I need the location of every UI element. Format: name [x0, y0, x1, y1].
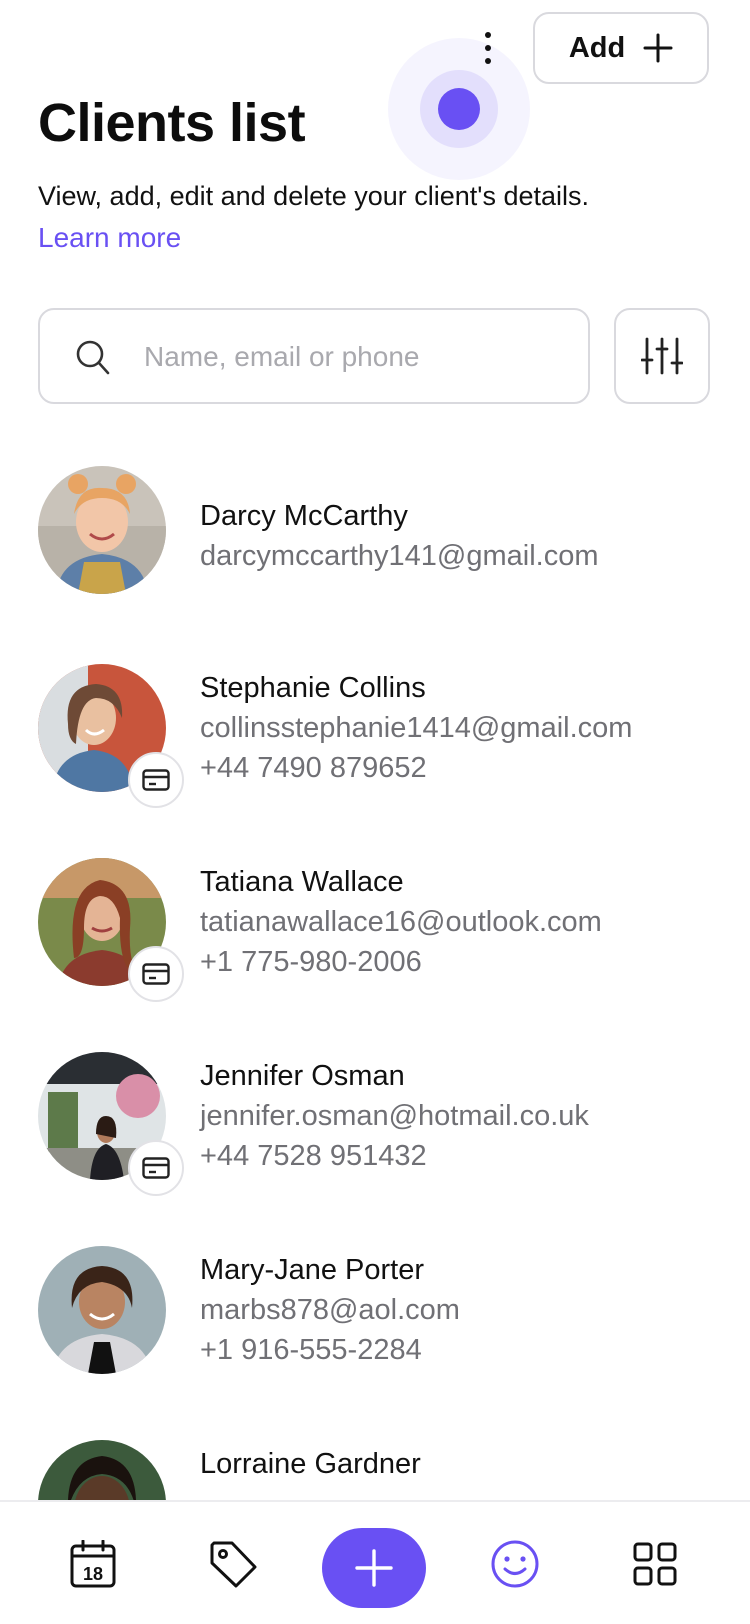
page-subtitle: View, add, edit and delete your client's…	[38, 181, 590, 211]
add-new-button[interactable]	[322, 1528, 426, 1608]
add-client-button[interactable]: Add	[533, 12, 709, 84]
card-on-file-badge	[128, 1140, 184, 1196]
client-phone: +44 7528 951432	[200, 1140, 427, 1172]
client-row[interactable]: Mary-Jane Porter marbs878@aol.com +1 916…	[0, 1242, 750, 1392]
client-row[interactable]: Darcy McCarthy darcymccarthy141@gmail.co…	[0, 466, 750, 616]
client-name: Lorraine Gardner	[200, 1448, 421, 1480]
credit-card-icon	[142, 769, 170, 791]
nav-calendar[interactable]: 18	[48, 1502, 138, 1624]
calendar-day-number: 18	[83, 1564, 103, 1584]
credit-card-icon	[142, 1157, 170, 1179]
client-name: Tatiana Wallace	[200, 866, 404, 898]
bottom-nav: 18	[0, 1500, 750, 1624]
nav-clients[interactable]	[470, 1502, 560, 1624]
grid-icon	[633, 1542, 677, 1586]
client-phone: +1 775-980-2006	[200, 946, 422, 978]
add-button-label: Add	[568, 31, 626, 64]
card-on-file-badge	[128, 946, 184, 1002]
client-email: tatianawallace16@outlook.com	[200, 906, 602, 938]
client-phone: +1 916-555-2284	[200, 1334, 422, 1366]
calendar-icon: 18	[70, 1540, 116, 1588]
client-email: jennifer.osman@hotmail.co.uk	[200, 1100, 589, 1132]
client-row[interactable]: Stephanie Collins collinsstephanie1414@g…	[0, 660, 750, 810]
client-email: marbs878@aol.com	[200, 1294, 460, 1326]
client-name: Darcy McCarthy	[200, 500, 408, 532]
smiley-icon	[491, 1540, 539, 1588]
filter-button[interactable]	[614, 308, 710, 404]
more-dot-icon	[485, 58, 491, 64]
plus-icon	[643, 33, 673, 63]
client-name: Jennifer Osman	[200, 1060, 405, 1092]
client-name: Stephanie Collins	[200, 672, 426, 704]
client-name: Mary-Jane Porter	[200, 1254, 425, 1286]
top-bar: Add	[0, 0, 750, 180]
avatar	[38, 1440, 166, 1500]
more-dot-icon	[485, 45, 491, 51]
client-row[interactable]: Tatiana Wallace tatianawallace16@outlook…	[0, 854, 750, 1004]
more-dot-icon	[485, 32, 491, 38]
touch-indicator-dot	[438, 88, 480, 130]
page-title: Clients list	[38, 93, 306, 153]
search-field[interactable]	[38, 308, 590, 404]
search-icon	[76, 340, 110, 381]
client-email: darcymccarthy141@gmail.com	[200, 540, 599, 572]
more-options-button[interactable]	[470, 28, 506, 68]
client-phone: +44 7490 879652	[200, 752, 427, 784]
client-email: collinsstephanie1414@gmail.com	[200, 712, 633, 744]
credit-card-icon	[142, 963, 170, 985]
card-on-file-badge	[128, 752, 184, 808]
nav-sales[interactable]	[188, 1502, 278, 1624]
plus-icon	[355, 1549, 393, 1587]
client-row[interactable]: Jennifer Osman jennifer.osman@hotmail.co…	[0, 1048, 750, 1198]
client-row[interactable]: Lorraine Gardner	[0, 1436, 750, 1500]
avatar	[38, 1246, 166, 1374]
tag-icon	[210, 1541, 257, 1588]
search-input[interactable]	[144, 330, 564, 384]
learn-more-link[interactable]: Learn more	[38, 222, 181, 254]
sliders-icon	[641, 337, 683, 375]
nav-more[interactable]	[610, 1502, 700, 1624]
avatar	[38, 466, 166, 594]
